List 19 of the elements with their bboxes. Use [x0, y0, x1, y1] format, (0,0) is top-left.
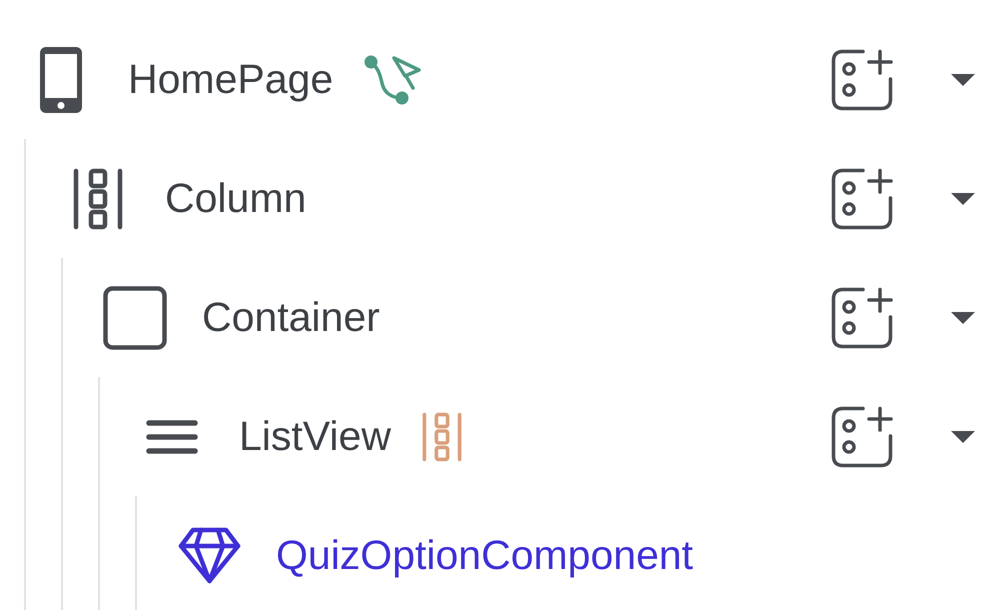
- tree-item-label[interactable]: ListView: [239, 416, 391, 457]
- column-layout-icon: [73, 168, 123, 230]
- tree-item-label[interactable]: Container: [202, 297, 380, 338]
- phone-icon: [40, 46, 82, 112]
- branch-cursor-icon: [364, 54, 424, 104]
- caret-icon[interactable]: [951, 430, 975, 442]
- add-widget-icon[interactable]: [831, 48, 894, 110]
- add-widget-icon[interactable]: [831, 168, 894, 230]
- add-widget-icon[interactable]: [831, 286, 894, 348]
- tree-item-label[interactable]: Column: [165, 178, 306, 219]
- tree-item-label[interactable]: QuizOptionComponent: [276, 535, 694, 576]
- add-widget-icon[interactable]: [831, 406, 894, 468]
- diamond-icon: [178, 527, 240, 584]
- square-icon: [103, 286, 167, 350]
- caret-icon[interactable]: [951, 74, 975, 86]
- caret-icon[interactable]: [951, 312, 975, 324]
- tree-item-label[interactable]: HomePage: [128, 59, 334, 100]
- caret-icon[interactable]: [951, 192, 975, 204]
- three-lines-icon: [146, 420, 198, 454]
